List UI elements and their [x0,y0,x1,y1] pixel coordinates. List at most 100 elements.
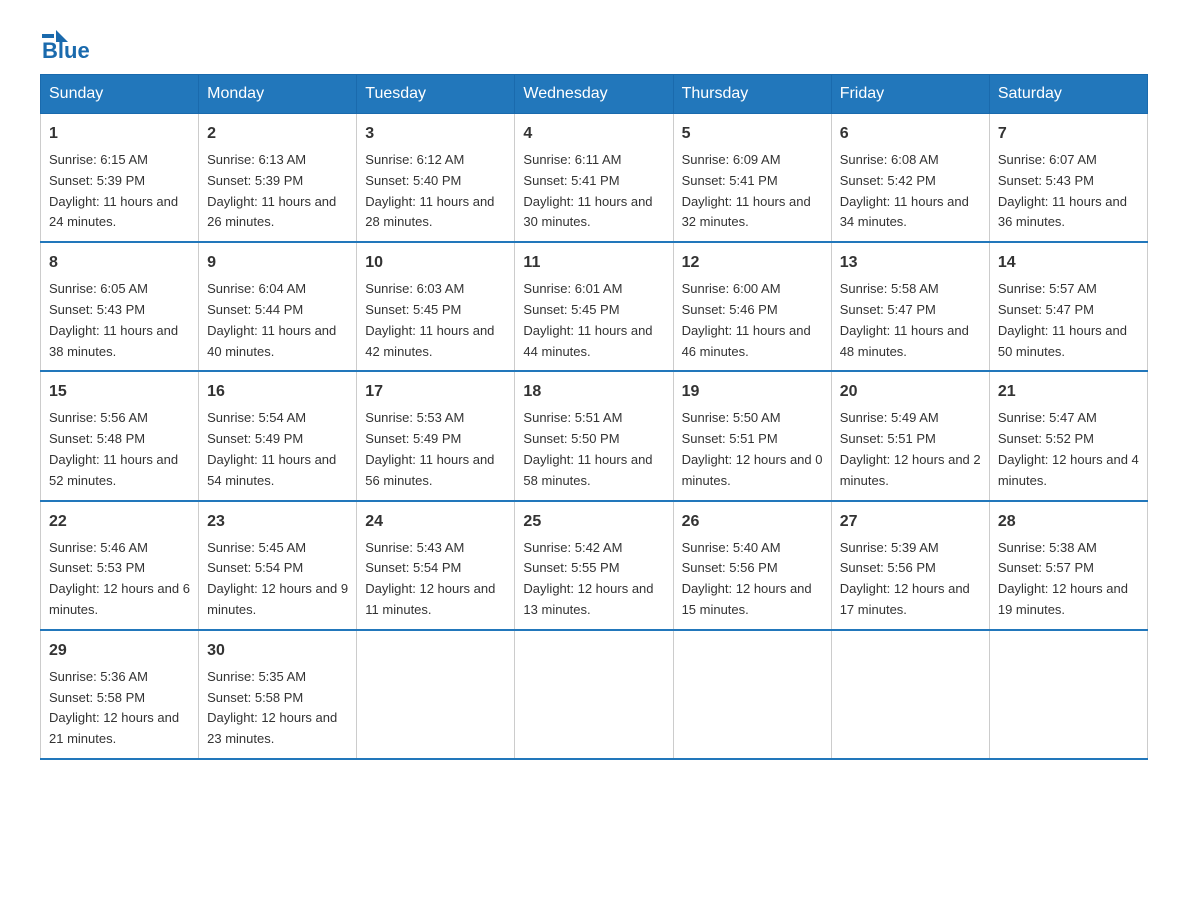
day-number: 2 [207,122,348,146]
day-info: Sunrise: 5:46 AMSunset: 5:53 PMDaylight:… [49,538,190,621]
day-number: 8 [49,251,190,275]
day-number: 13 [840,251,981,275]
day-info: Sunrise: 6:05 AMSunset: 5:43 PMDaylight:… [49,279,190,362]
day-info: Sunrise: 5:35 AMSunset: 5:58 PMDaylight:… [207,667,348,750]
calendar-cell: 14 Sunrise: 5:57 AMSunset: 5:47 PMDayligh… [989,242,1147,371]
logo-subtitle: Blue [42,38,90,64]
calendar-week-row: 1 Sunrise: 6:15 AMSunset: 5:39 PMDaylight… [41,114,1148,243]
day-info: Sunrise: 5:54 AMSunset: 5:49 PMDaylight:… [207,408,348,491]
col-header-thursday: Thursday [673,75,831,114]
day-info: Sunrise: 5:58 AMSunset: 5:47 PMDaylight:… [840,279,981,362]
day-number: 28 [998,510,1139,534]
day-number: 7 [998,122,1139,146]
day-number: 21 [998,380,1139,404]
day-number: 5 [682,122,823,146]
day-number: 10 [365,251,506,275]
day-number: 30 [207,639,348,663]
day-info: Sunrise: 6:12 AMSunset: 5:40 PMDaylight:… [365,150,506,233]
col-header-monday: Monday [199,75,357,114]
day-number: 29 [49,639,190,663]
calendar-week-row: 15 Sunrise: 5:56 AMSunset: 5:48 PMDayligh… [41,371,1148,500]
day-number: 1 [49,122,190,146]
calendar-cell: 17 Sunrise: 5:53 AMSunset: 5:49 PMDayligh… [357,371,515,500]
col-header-wednesday: Wednesday [515,75,673,114]
calendar-cell: 10 Sunrise: 6:03 AMSunset: 5:45 PMDayligh… [357,242,515,371]
calendar-cell: 28 Sunrise: 5:38 AMSunset: 5:57 PMDayligh… [989,501,1147,630]
col-header-friday: Friday [831,75,989,114]
day-info: Sunrise: 5:51 AMSunset: 5:50 PMDaylight:… [523,408,664,491]
calendar-cell: 15 Sunrise: 5:56 AMSunset: 5:48 PMDayligh… [41,371,199,500]
day-info: Sunrise: 6:08 AMSunset: 5:42 PMDaylight:… [840,150,981,233]
day-info: Sunrise: 5:36 AMSunset: 5:58 PMDaylight:… [49,667,190,750]
day-number: 23 [207,510,348,534]
calendar-cell: 1 Sunrise: 6:15 AMSunset: 5:39 PMDaylight… [41,114,199,243]
calendar-cell: 6 Sunrise: 6:08 AMSunset: 5:42 PMDaylight… [831,114,989,243]
calendar-cell: 9Sunrise: 6:04 AMSunset: 5:44 PMDaylight… [199,242,357,371]
calendar-cell: 24 Sunrise: 5:43 AMSunset: 5:54 PMDayligh… [357,501,515,630]
calendar-cell: 20 Sunrise: 5:49 AMSunset: 5:51 PMDayligh… [831,371,989,500]
day-number: 27 [840,510,981,534]
day-info: Sunrise: 6:13 AMSunset: 5:39 PMDaylight:… [207,150,348,233]
day-number: 25 [523,510,664,534]
day-number: 17 [365,380,506,404]
page-header: Blue [40,30,1148,64]
day-number: 11 [523,251,664,275]
day-number: 22 [49,510,190,534]
col-header-tuesday: Tuesday [357,75,515,114]
day-info: Sunrise: 6:15 AMSunset: 5:39 PMDaylight:… [49,150,190,233]
day-info: Sunrise: 5:50 AMSunset: 5:51 PMDaylight:… [682,408,823,491]
calendar-cell: 25 Sunrise: 5:42 AMSunset: 5:55 PMDayligh… [515,501,673,630]
calendar-table: SundayMondayTuesdayWednesdayThursdayFrid… [40,74,1148,760]
logo: Blue [40,30,90,64]
calendar-week-row: 8 Sunrise: 6:05 AMSunset: 5:43 PMDaylight… [41,242,1148,371]
day-info: Sunrise: 5:53 AMSunset: 5:49 PMDaylight:… [365,408,506,491]
day-info: Sunrise: 5:40 AMSunset: 5:56 PMDaylight:… [682,538,823,621]
calendar-cell: 12 Sunrise: 6:00 AMSunset: 5:46 PMDayligh… [673,242,831,371]
day-number: 14 [998,251,1139,275]
day-info: Sunrise: 5:47 AMSunset: 5:52 PMDaylight:… [998,408,1139,491]
day-number: 19 [682,380,823,404]
day-info: Sunrise: 5:57 AMSunset: 5:47 PMDaylight:… [998,279,1139,362]
calendar-cell: 7 Sunrise: 6:07 AMSunset: 5:43 PMDaylight… [989,114,1147,243]
day-number: 24 [365,510,506,534]
day-info: Sunrise: 6:11 AMSunset: 5:41 PMDaylight:… [523,150,664,233]
calendar-cell: 13 Sunrise: 5:58 AMSunset: 5:47 PMDayligh… [831,242,989,371]
day-number: 15 [49,380,190,404]
day-number: 3 [365,122,506,146]
day-number: 4 [523,122,664,146]
day-info: Sunrise: 6:00 AMSunset: 5:46 PMDaylight:… [682,279,823,362]
calendar-cell: 27 Sunrise: 5:39 AMSunset: 5:56 PMDayligh… [831,501,989,630]
calendar-cell: 26Sunrise: 5:40 AMSunset: 5:56 PMDayligh… [673,501,831,630]
calendar-cell: 18Sunrise: 5:51 AMSunset: 5:50 PMDayligh… [515,371,673,500]
calendar-cell: 8 Sunrise: 6:05 AMSunset: 5:43 PMDaylight… [41,242,199,371]
day-info: Sunrise: 5:39 AMSunset: 5:56 PMDaylight:… [840,538,981,621]
calendar-cell: 5 Sunrise: 6:09 AMSunset: 5:41 PMDaylight… [673,114,831,243]
day-info: Sunrise: 5:42 AMSunset: 5:55 PMDaylight:… [523,538,664,621]
calendar-week-row: 29 Sunrise: 5:36 AMSunset: 5:58 PMDayligh… [41,630,1148,759]
day-number: 9 [207,251,348,275]
calendar-header-row: SundayMondayTuesdayWednesdayThursdayFrid… [41,75,1148,114]
day-info: Sunrise: 5:56 AMSunset: 5:48 PMDaylight:… [49,408,190,491]
day-info: Sunrise: 5:38 AMSunset: 5:57 PMDaylight:… [998,538,1139,621]
calendar-cell [515,630,673,759]
calendar-cell [673,630,831,759]
day-info: Sunrise: 5:43 AMSunset: 5:54 PMDaylight:… [365,538,506,621]
day-info: Sunrise: 6:01 AMSunset: 5:45 PMDaylight:… [523,279,664,362]
calendar-cell: 4 Sunrise: 6:11 AMSunset: 5:41 PMDaylight… [515,114,673,243]
day-number: 16 [207,380,348,404]
day-info: Sunrise: 6:09 AMSunset: 5:41 PMDaylight:… [682,150,823,233]
day-number: 6 [840,122,981,146]
day-number: 20 [840,380,981,404]
day-info: Sunrise: 5:49 AMSunset: 5:51 PMDaylight:… [840,408,981,491]
calendar-cell [989,630,1147,759]
calendar-cell: 16 Sunrise: 5:54 AMSunset: 5:49 PMDayligh… [199,371,357,500]
calendar-week-row: 22 Sunrise: 5:46 AMSunset: 5:53 PMDayligh… [41,501,1148,630]
day-info: Sunrise: 6:03 AMSunset: 5:45 PMDaylight:… [365,279,506,362]
day-info: Sunrise: 6:07 AMSunset: 5:43 PMDaylight:… [998,150,1139,233]
col-header-saturday: Saturday [989,75,1147,114]
calendar-cell: 3 Sunrise: 6:12 AMSunset: 5:40 PMDaylight… [357,114,515,243]
calendar-cell: 29 Sunrise: 5:36 AMSunset: 5:58 PMDayligh… [41,630,199,759]
calendar-cell: 22 Sunrise: 5:46 AMSunset: 5:53 PMDayligh… [41,501,199,630]
calendar-cell: 21 Sunrise: 5:47 AMSunset: 5:52 PMDayligh… [989,371,1147,500]
day-number: 12 [682,251,823,275]
